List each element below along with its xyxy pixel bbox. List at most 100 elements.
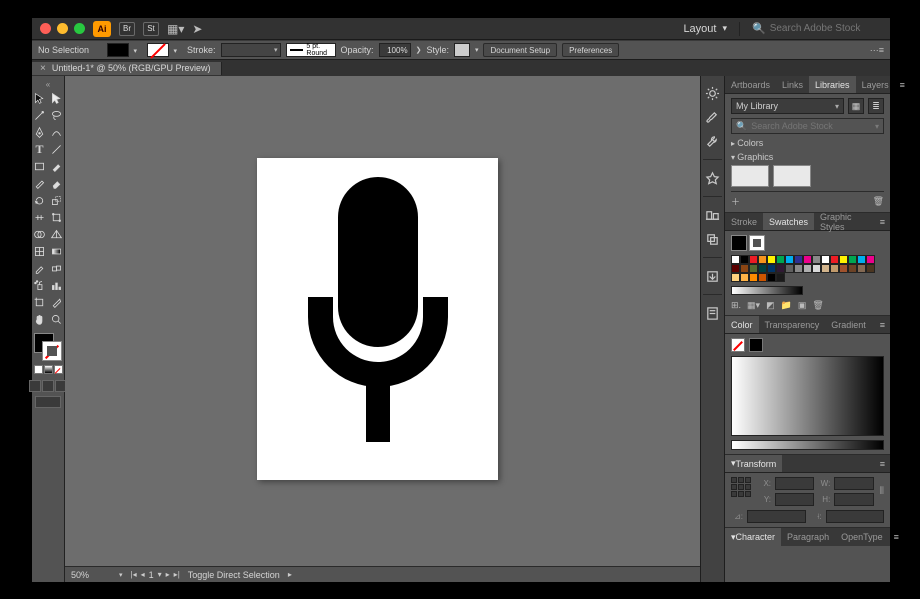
preferences-button[interactable]: Preferences — [562, 43, 619, 57]
color-spectrum[interactable] — [731, 356, 884, 436]
swatch-cell[interactable] — [758, 264, 767, 273]
opacity-field[interactable]: 100% — [379, 43, 411, 57]
first-artboard-button[interactable]: |◂ — [131, 570, 137, 579]
tab-graphic-styles[interactable]: Graphic Styles — [814, 213, 875, 230]
swatch-stroke-indicator[interactable] — [749, 235, 765, 251]
swatch-options-icon[interactable]: ◩ — [766, 300, 775, 311]
tab-transparency[interactable]: Transparency — [759, 316, 826, 333]
library-search-chevron-icon[interactable]: ▾ — [875, 122, 879, 131]
gradient-tool[interactable] — [49, 243, 65, 259]
tab-layers[interactable]: Layers — [856, 76, 895, 93]
graphic-style-swatch[interactable] — [454, 43, 470, 57]
swatch-cell[interactable] — [785, 255, 794, 264]
y-field[interactable] — [775, 493, 814, 506]
css-panel-icon[interactable] — [704, 304, 722, 322]
close-tab-icon[interactable]: × — [40, 63, 46, 74]
swatch-cell[interactable] — [821, 255, 830, 264]
tab-artboards[interactable]: Artboards — [725, 76, 776, 93]
curvature-tool[interactable] — [49, 124, 65, 140]
last-artboard-button[interactable]: ▸| — [174, 570, 180, 579]
library-search[interactable]: 🔍 ▾ — [731, 118, 884, 134]
tab-swatches[interactable]: Swatches — [763, 213, 814, 230]
color-current-swatch[interactable] — [749, 338, 763, 352]
library-list-view-button[interactable]: ≣ — [868, 98, 884, 114]
color-ramp[interactable] — [731, 440, 884, 450]
top-panel-menu-icon[interactable]: ≡ — [895, 80, 910, 90]
swatch-cell[interactable] — [731, 255, 740, 264]
symbol-sprayer-tool[interactable] — [32, 277, 48, 293]
free-transform-tool[interactable] — [49, 209, 65, 225]
tab-character[interactable]: ▾ Character — [725, 528, 781, 546]
h-field[interactable] — [834, 493, 873, 506]
swatch-cell[interactable] — [821, 264, 830, 273]
toolbox-collapse-icon[interactable]: « — [32, 80, 64, 88]
type-tool[interactable]: T — [32, 141, 48, 157]
stroke-color-indicator[interactable] — [42, 341, 62, 361]
lasso-tool[interactable] — [49, 107, 65, 123]
hand-tool[interactable] — [32, 311, 48, 327]
swatch-cell[interactable] — [731, 264, 740, 273]
prev-artboard-button[interactable]: ◂ — [141, 570, 145, 579]
arrange-docs-icon[interactable]: ▦▾ — [167, 22, 184, 36]
new-color-group-icon[interactable]: 📁 — [781, 300, 792, 311]
swatch-cell[interactable] — [866, 255, 875, 264]
tab-gradient[interactable]: Gradient — [825, 316, 872, 333]
align-panel-icon[interactable] — [704, 206, 722, 224]
swatch-cell[interactable] — [857, 255, 866, 264]
swatch-cell[interactable] — [731, 273, 740, 282]
screen-mode-button[interactable] — [35, 396, 61, 408]
tab-transform[interactable]: ▾ Transform — [725, 455, 782, 472]
constrain-proportions-icon[interactable]: ⦀ — [880, 477, 884, 506]
library-search-input[interactable] — [751, 121, 871, 131]
swatch-cell[interactable] — [776, 273, 785, 282]
line-segment-tool[interactable] — [49, 141, 65, 157]
swatch-fill-indicator[interactable] — [731, 235, 747, 251]
perspective-grid-tool[interactable] — [49, 226, 65, 242]
properties-sun-icon[interactable] — [704, 84, 722, 102]
canvas[interactable]: 50% ▾ |◂ ◂ 1 ▾ ▸ ▸| Toggle Direct Select… — [65, 76, 700, 582]
color-mode-gradient[interactable] — [44, 365, 53, 374]
library-dropdown[interactable]: My Library — [731, 98, 844, 114]
color-none-swatch[interactable] — [731, 338, 745, 352]
swatch-cell[interactable] — [740, 273, 749, 282]
paintbrush-tool[interactable] — [49, 158, 65, 174]
x-field[interactable] — [775, 477, 814, 490]
artboard-tool[interactable] — [32, 294, 48, 310]
close-window-button[interactable] — [40, 23, 51, 34]
artboard-index-chevron[interactable]: ▾ — [158, 570, 162, 579]
tab-color[interactable]: Color — [725, 316, 759, 333]
color-mode-none[interactable] — [54, 365, 63, 374]
pen-tool[interactable] — [32, 124, 48, 140]
angle-field[interactable] — [747, 510, 806, 523]
swatch-cell[interactable] — [767, 273, 776, 282]
asset-export-icon[interactable] — [704, 267, 722, 285]
brushes-panel-icon[interactable] — [704, 108, 722, 126]
tab-opentype[interactable]: OpenType — [835, 528, 889, 546]
color-mode-solid[interactable] — [34, 365, 43, 374]
zoom-window-button[interactable] — [74, 23, 85, 34]
swatch-cell[interactable] — [812, 255, 821, 264]
swatch-cell[interactable] — [803, 255, 812, 264]
tab-libraries[interactable]: Libraries — [809, 76, 856, 93]
brush-definition-field[interactable]: 5 pt. Round — [286, 43, 336, 57]
color-panel-menu-icon[interactable]: ≡ — [875, 320, 890, 330]
stock-search[interactable]: 🔍 — [752, 22, 882, 35]
gpu-rocket-icon[interactable]: ➤ — [192, 22, 202, 36]
swatch-cell[interactable] — [749, 273, 758, 282]
draw-normal[interactable] — [29, 380, 41, 392]
swatch-cell[interactable] — [749, 255, 758, 264]
swatch-cell[interactable] — [776, 264, 785, 273]
swatch-cell[interactable] — [767, 264, 776, 273]
symbols-panel-icon[interactable] — [704, 169, 722, 187]
fill-swatch[interactable]: ▾ — [107, 43, 129, 57]
shear-field[interactable] — [826, 510, 885, 523]
tab-paragraph[interactable]: Paragraph — [781, 528, 835, 546]
swatch-cell[interactable] — [830, 255, 839, 264]
library-graphic-thumb[interactable] — [731, 165, 769, 187]
swatch-cell[interactable] — [812, 264, 821, 273]
library-add-icon[interactable]: ＋ — [731, 195, 740, 208]
shaper-tool[interactable] — [32, 175, 48, 191]
document-tab[interactable]: × Untitled-1* @ 50% (RGB/GPU Preview) — [32, 62, 222, 75]
swatch-cell[interactable] — [803, 264, 812, 273]
shape-builder-tool[interactable] — [32, 226, 48, 242]
